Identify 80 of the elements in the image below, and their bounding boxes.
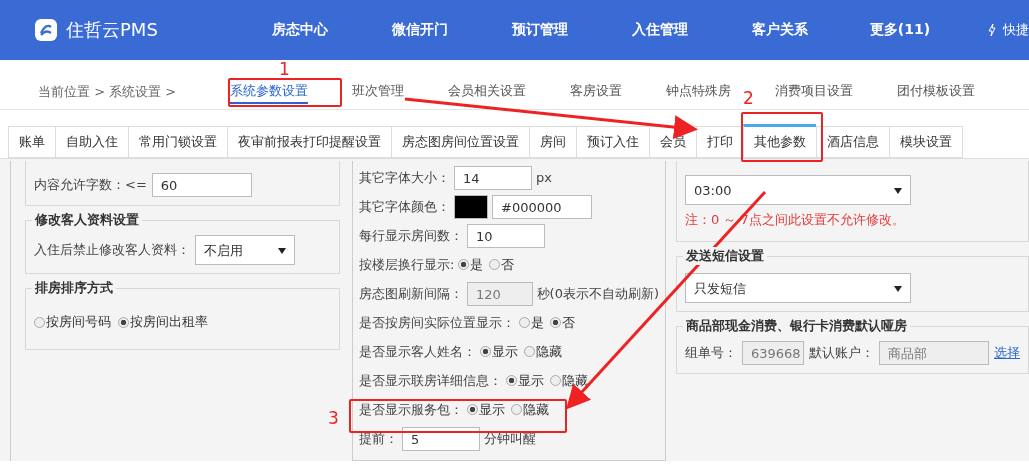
radio-option[interactable]: 隐藏 <box>524 342 562 361</box>
sub-tab[interactable]: 钟点特殊房 <box>666 79 731 104</box>
input-field[interactable]: 60 <box>151 173 252 197</box>
brand-name: 住哲云PMS <box>66 18 158 42</box>
tab[interactable]: 酒店信息 <box>816 126 889 158</box>
nav-item[interactable]: 预订管理 <box>480 21 600 39</box>
group-title: 修改客人资料设置 <box>32 211 142 229</box>
group-title: 排房排序方式 <box>32 279 116 297</box>
field-label: 是否显示联房详细信息： <box>359 371 502 390</box>
field-label: 组单号： <box>685 344 737 362</box>
tab[interactable]: 房间 <box>529 126 576 158</box>
field-label: 提前： <box>359 429 398 448</box>
field-label: 按楼层换行显示: <box>359 255 455 274</box>
sub-tab[interactable]: 团付模板设置 <box>897 79 975 104</box>
breadcrumb: 当前位置 > 系统设置 > <box>37 82 178 101</box>
radio-option[interactable]: 隐藏 <box>511 400 549 419</box>
shortcut-link[interactable]: 快捷 <box>987 21 1029 39</box>
radio-option[interactable]: 否 <box>550 313 575 332</box>
field-label: 入住后禁止修改客人资料： <box>34 241 190 259</box>
sub-tab[interactable]: 系统参数设置 <box>230 79 308 104</box>
field-suffix: 分钟叫醒 <box>484 429 536 448</box>
tab[interactable]: 账单 <box>8 126 55 158</box>
field-label: 默认账户： <box>809 344 874 362</box>
step-number: 2 <box>743 90 754 107</box>
caret-icon <box>894 286 902 292</box>
field-label: 是否显示客人姓名： <box>359 342 476 361</box>
radio-option[interactable]: 否 <box>489 255 515 274</box>
caret-icon <box>894 188 902 194</box>
select-field[interactable]: 不启用 <box>195 235 295 265</box>
tab[interactable]: 房态图房间位置设置 <box>391 126 529 158</box>
select-link[interactable]: 选择 <box>994 344 1020 362</box>
input-field[interactable]: 5 <box>402 426 480 451</box>
sub-tab[interactable]: 会员相关设置 <box>448 79 526 104</box>
radio-option[interactable]: 是 <box>519 313 544 332</box>
caret-icon <box>278 248 286 254</box>
radio-option[interactable]: 显示 <box>467 400 505 419</box>
select-field[interactable]: 03:00 <box>685 175 911 205</box>
field-label: 是否显示服务包： <box>359 400 463 419</box>
logo-icon <box>34 18 58 42</box>
color-swatch[interactable] <box>454 194 488 219</box>
input-field[interactable]: #000000 <box>492 194 592 219</box>
input-field[interactable]: 10 <box>467 223 545 248</box>
field-label: 每行显示房间数： <box>359 226 463 245</box>
radio-option[interactable]: 是 <box>458 255 484 274</box>
field-label: 房态图刷新间隔： <box>359 284 463 303</box>
group-title: 发送短信设置 <box>683 247 767 265</box>
field-suffix: px <box>536 170 552 185</box>
nav-item[interactable]: 房态中心 <box>240 21 360 39</box>
group-title: 商品部现金消费、银行卡消费默认哑房 <box>683 317 910 335</box>
tab[interactable]: 打印 <box>696 126 743 158</box>
nav-item[interactable]: 入住管理 <box>600 21 720 39</box>
input-field[interactable]: 14 <box>454 165 532 190</box>
tab[interactable]: 夜审前报表打印提醒设置 <box>227 126 391 158</box>
tab[interactable]: 自助入住 <box>55 126 128 158</box>
radio-option[interactable]: 显示 <box>506 371 544 390</box>
nav-item[interactable]: 客户关系 <box>720 21 840 39</box>
field-label: 其它字体大小： <box>359 168 450 187</box>
sub-tab[interactable]: 消费项目设置 <box>775 79 853 104</box>
field-suffix: 秒(0表示不自动刷新) <box>536 284 659 303</box>
radio-option[interactable]: 隐藏 <box>550 371 588 390</box>
field-label: 其它字体颜色： <box>359 197 450 216</box>
input-field[interactable]: 商品部 <box>879 341 989 365</box>
sub-tab[interactable]: 客房设置 <box>570 79 622 104</box>
sub-tab[interactable]: 班次管理 <box>352 79 404 104</box>
tab[interactable]: 模块设置 <box>889 126 963 158</box>
radio-option[interactable]: 按房间出租率 <box>118 313 208 331</box>
tab[interactable]: 其他参数 <box>743 124 816 158</box>
nav-item[interactable]: 微信开门 <box>360 21 480 39</box>
nav-item[interactable]: 更多(11) <box>840 21 960 39</box>
input-field[interactable]: 639668 <box>742 341 804 365</box>
lightning-icon <box>987 23 997 37</box>
field-label: 是否按房间实际位置显示： <box>359 313 515 332</box>
tab[interactable]: 常用门锁设置 <box>128 126 227 158</box>
select-field[interactable]: 只发短信 <box>685 273 911 303</box>
tab[interactable]: 预订入住 <box>576 126 649 158</box>
radio-option[interactable]: 按房间号码 <box>34 313 111 331</box>
step-number: 3 <box>328 410 339 427</box>
step-number: 1 <box>279 61 290 78</box>
radio-option[interactable]: 显示 <box>480 342 518 361</box>
field-label: 内容允许字数：<= <box>34 176 147 194</box>
